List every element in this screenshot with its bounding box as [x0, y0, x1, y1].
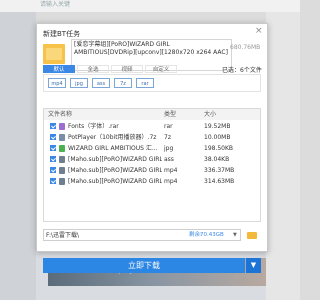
- tab-custom[interactable]: 自定义: [145, 65, 177, 73]
- file-type: 7z: [164, 134, 171, 141]
- file-row[interactable]: WIZARD GIRL AMBITIOUS 汇... jpg 198.50KB: [44, 143, 260, 154]
- file-type: jpg: [164, 145, 174, 152]
- file-size: 314.63MB: [204, 178, 235, 185]
- image-file-icon: [59, 145, 65, 152]
- selected-count: 已选：6个文件: [222, 67, 262, 74]
- ext-filter-mp4[interactable]: mp4: [48, 78, 66, 88]
- background-left-panel: [0, 12, 36, 300]
- archive-file-icon: [59, 134, 65, 141]
- file-name: [Maho.sub][PoRO]WIZARD GIRL ...: [68, 167, 162, 174]
- archive-file-icon: [59, 123, 65, 130]
- ext-filter-ass[interactable]: ass: [92, 78, 110, 88]
- save-path-text: F:\迅雷下载\: [46, 232, 80, 239]
- file-name: [Maho.sub][PoRO]WIZARD GIRL ...: [68, 156, 162, 163]
- background-search-input[interactable]: 请输入关键: [40, 0, 190, 10]
- file-size: 38.04KB: [204, 156, 230, 163]
- file-type: mp4: [164, 167, 178, 174]
- total-size: 680.76MB: [230, 44, 261, 51]
- ext-filter-rar[interactable]: rar: [136, 78, 154, 88]
- tab-select-all[interactable]: 全选: [77, 65, 109, 73]
- file-list-header: 文件名称 类型 大小: [44, 109, 260, 120]
- file-checkbox[interactable]: [50, 156, 56, 162]
- header-size[interactable]: 大小: [204, 109, 216, 120]
- dialog-title: 新建BT任务: [43, 30, 81, 38]
- file-row[interactable]: [Maho.sub][PoRO]WIZARD GIRL ... ass 38.0…: [44, 154, 260, 165]
- header-type[interactable]: 类型: [164, 109, 176, 120]
- file-checkbox[interactable]: [50, 178, 56, 184]
- save-path-input[interactable]: F:\迅雷下载\ 剩余: 70.43GB ▼: [43, 229, 241, 241]
- download-now-button[interactable]: 立即下载: [43, 258, 245, 273]
- file-type: mp4: [164, 178, 178, 185]
- file-checkbox[interactable]: [50, 134, 56, 140]
- file-name: PotPlayer（10bit用播放器）.7z: [68, 134, 157, 141]
- file-type: ass: [164, 156, 174, 163]
- file-size: 19.52MB: [204, 123, 231, 130]
- file-size: 336.37MB: [204, 167, 235, 174]
- file-size: 198.50KB: [204, 145, 234, 152]
- file-row[interactable]: Fonts（字体）.rar rar 19.52MB: [44, 121, 260, 132]
- background-right-panel: [266, 12, 300, 300]
- video-file-icon: [59, 167, 65, 174]
- file-row[interactable]: [Maho.sub][PoRO]WIZARD GIRL ... mp4 336.…: [44, 165, 260, 176]
- file-name: WIZARD GIRL AMBITIOUS 汇...: [68, 145, 158, 152]
- free-space-value: 70.43GB: [200, 232, 224, 238]
- close-icon[interactable]: ×: [255, 26, 263, 36]
- file-name: [Maho.sub][PoRO]WIZARD GIRL ...: [68, 178, 162, 185]
- path-dropdown-icon[interactable]: ▼: [233, 230, 237, 241]
- file-checkbox[interactable]: [50, 123, 56, 129]
- file-type: rar: [164, 123, 173, 130]
- file-row[interactable]: PotPlayer（10bit用播放器）.7z 7z 10.00MB: [44, 132, 260, 143]
- tab-default[interactable]: 默认: [43, 65, 75, 73]
- browse-folder-icon[interactable]: [243, 229, 261, 241]
- ext-filter-jpg[interactable]: jpg: [70, 78, 88, 88]
- torrent-folder-icon: [43, 44, 65, 64]
- new-bt-task-dialog: 新建BT任务 × [爱恋字幕组][PoRO]WIZARD GIRL AMBITI…: [36, 23, 268, 273]
- file-size: 10.00MB: [204, 134, 231, 141]
- video-file-icon: [59, 178, 65, 185]
- tab-video[interactable]: 视频: [111, 65, 143, 73]
- file-name: Fonts（字体）.rar: [68, 123, 119, 130]
- file-list: 文件名称 类型 大小 Fonts（字体）.rar rar 19.52MB Pot…: [43, 108, 261, 222]
- file-checkbox[interactable]: [50, 145, 56, 151]
- header-name[interactable]: 文件名称: [48, 109, 72, 120]
- subtitle-file-icon: [59, 156, 65, 163]
- extension-filter-area: mp4 jpg ass 7z rar: [43, 74, 261, 92]
- ext-filter-7z[interactable]: 7z: [114, 78, 132, 88]
- file-row[interactable]: [Maho.sub][PoRO]WIZARD GIRL ... mp4 314.…: [44, 176, 260, 187]
- file-checkbox[interactable]: [50, 167, 56, 173]
- download-options-dropdown-icon[interactable]: ▼: [246, 258, 261, 273]
